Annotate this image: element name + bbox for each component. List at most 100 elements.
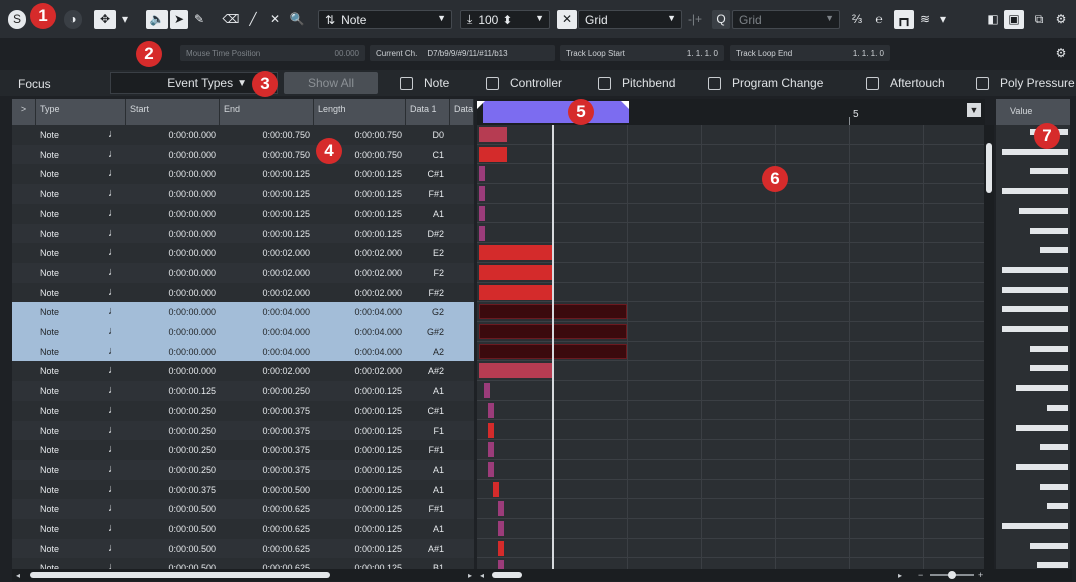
cell-data1[interactable]: D0	[432, 130, 444, 140]
note-bar[interactable]	[479, 245, 553, 261]
cell-end[interactable]: 0:00:04.000	[262, 327, 310, 337]
cell-length[interactable]: 0:00:02.000	[354, 288, 402, 298]
value-bar[interactable]	[1029, 365, 1068, 372]
cell-length[interactable]: 0:00:00.125	[354, 229, 402, 239]
cell-length[interactable]: 0:00:00.125	[354, 445, 402, 455]
cell-end[interactable]: 0:00:00.625	[262, 544, 310, 554]
cell-length[interactable]: 0:00:02.000	[354, 268, 402, 278]
cell-length[interactable]: 0:00:04.000	[354, 347, 402, 357]
cell-start[interactable]: 0:00:00.000	[168, 327, 216, 337]
cell-end[interactable]: 0:00:02.000	[262, 248, 310, 258]
cell-length[interactable]: 0:00:04.000	[354, 307, 402, 317]
value-bar[interactable]	[1029, 227, 1068, 234]
show-all-button[interactable]: Show All	[284, 72, 378, 94]
snap-icon[interactable]: ✕	[557, 10, 577, 29]
note-bar[interactable]	[497, 540, 504, 556]
note-bar[interactable]	[479, 264, 553, 280]
cell-length[interactable]: 0:00:00.125	[354, 189, 402, 199]
table-row[interactable]: Note 0:00:00.250 0:00:00.375 0:00:00.125 F#1…	[12, 440, 474, 460]
cell-end[interactable]: 0:00:04.000	[262, 307, 310, 317]
checkbox[interactable]	[976, 76, 989, 90]
filter-pitchbend[interactable]: Pitchbend	[598, 76, 675, 90]
cell-end[interactable]: 0:00:02.000	[262, 288, 310, 298]
checkbox[interactable]	[486, 76, 499, 90]
velocity-field[interactable]: ⤓ 100 ⬍ ▼	[460, 10, 550, 29]
cell-length[interactable]: 0:00:00.125	[354, 485, 402, 495]
cell-length[interactable]: 0:00:00.125	[354, 544, 402, 554]
gear-icon[interactable]: ⚙	[1052, 10, 1070, 29]
table-row[interactable]: Note 0:00:00.000 0:00:02.000 0:00:02.000 F2 ♩	[12, 262, 474, 283]
zoom-out-icon[interactable]: −	[918, 570, 923, 580]
filter-controller[interactable]: Controller	[486, 76, 562, 90]
cell-start[interactable]: 0:00:00.250	[168, 465, 216, 475]
tuplet-icon[interactable]: ⅔	[848, 10, 866, 29]
scrollbar-thumb[interactable]	[986, 143, 992, 193]
filter-note[interactable]: Note	[400, 76, 449, 90]
table-row[interactable]: Note 0:00:00.500 0:00:00.625 0:00:00.125 A1 ♩	[12, 519, 474, 539]
table-row[interactable]: Note 0:00:00.000 0:00:02.000 0:00:02.000 A#2…	[12, 361, 474, 381]
cell-type[interactable]: Note	[40, 406, 59, 416]
note-bar[interactable]	[479, 146, 507, 162]
value-bar[interactable]	[1001, 266, 1068, 273]
scroll-left-icon[interactable]: ◂	[480, 571, 484, 580]
table-row[interactable]: Note 0:00:00.250 0:00:00.375 0:00:00.125 A1 ♩	[12, 459, 474, 480]
table-row[interactable]: Note 0:00:00.000 0:00:04.000 0:00:04.000 G2 ♩	[12, 302, 474, 322]
cell-start[interactable]: 0:00:00.000	[168, 307, 216, 317]
cell-length[interactable]: 0:00:04.000	[354, 327, 402, 337]
scroll-right-icon[interactable]: ▸	[468, 571, 472, 580]
mute-tool-icon[interactable]: ✕	[266, 10, 284, 29]
note-bar[interactable]	[488, 422, 495, 438]
cell-data1[interactable]: G2	[432, 307, 444, 317]
cell-data1[interactable]: G#2	[427, 327, 444, 337]
table-row[interactable]: Note 0:00:00.000 0:00:00.750 0:00:00.750 C1 ♩	[12, 144, 474, 165]
cell-data1[interactable]: F#1	[428, 189, 444, 199]
line-tool-icon[interactable]: ╱	[244, 10, 262, 29]
value-bar[interactable]	[1036, 562, 1068, 569]
velocity-stepper-icon[interactable]: ⬍	[502, 13, 512, 27]
cell-data1[interactable]: C1	[432, 150, 444, 160]
midi-input-icon[interactable]: ≋	[916, 10, 934, 29]
table-row[interactable]: Note 0:00:00.000 0:00:00.125 0:00:00.125 C#1…	[12, 164, 474, 184]
cell-type[interactable]: Note	[40, 327, 59, 337]
cell-end[interactable]: 0:00:00.375	[262, 445, 310, 455]
cell-start[interactable]: 0:00:00.500	[168, 544, 216, 554]
cycle-marker[interactable]	[483, 101, 629, 123]
value-bar[interactable]	[1047, 404, 1068, 411]
zoom-icon[interactable]: 🔍	[288, 10, 306, 29]
value-bar[interactable]	[1001, 306, 1068, 313]
track-loop-end[interactable]: Track Loop End 1. 1. 1. 0	[730, 45, 890, 61]
cell-length[interactable]: 0:00:00.125	[354, 386, 402, 396]
cell-type[interactable]: Note	[40, 485, 59, 495]
cell-end[interactable]: 0:00:02.000	[262, 366, 310, 376]
note-bar[interactable]	[479, 284, 553, 300]
cell-start[interactable]: 0:00:00.125	[168, 386, 216, 396]
cell-end[interactable]: 0:00:00.375	[262, 406, 310, 416]
cell-start[interactable]: 0:00:00.000	[168, 150, 216, 160]
cell-type[interactable]: Note	[40, 229, 59, 239]
cell-type[interactable]: Note	[40, 544, 59, 554]
table-row[interactable]: Note 0:00:00.500 0:00:00.625 0:00:00.125 F#1…	[12, 499, 474, 519]
chevron-down-icon[interactable]: ▾	[118, 10, 132, 29]
cell-data1[interactable]: A2	[433, 347, 444, 357]
ruler[interactable]: 5 ▼	[477, 99, 985, 125]
cell-end[interactable]: 0:00:00.125	[262, 229, 310, 239]
grid-scrollbar-thumb[interactable]	[492, 572, 522, 578]
column-header-data2[interactable]: Data	[450, 99, 474, 125]
value-bar[interactable]	[1015, 463, 1068, 470]
cell-end[interactable]: 0:00:00.125	[262, 169, 310, 179]
value-bar[interactable]	[1029, 345, 1068, 352]
cell-end[interactable]: 0:00:00.750	[262, 150, 310, 160]
cell-type[interactable]: Note	[40, 366, 59, 376]
cell-end[interactable]: 0:00:00.250	[262, 386, 310, 396]
cell-length[interactable]: 0:00:00.125	[354, 209, 402, 219]
vertical-scrollbar[interactable]	[984, 125, 994, 569]
value-column[interactable]	[996, 125, 1070, 569]
info-line-settings-icon[interactable]: ⚙	[1052, 44, 1070, 63]
value-bar[interactable]	[1040, 444, 1068, 451]
filter-program-change[interactable]: Program Change	[708, 76, 823, 90]
cell-end[interactable]: 0:00:04.000	[262, 347, 310, 357]
table-scrollbar-thumb[interactable]	[30, 572, 330, 578]
note-bar[interactable]	[479, 166, 485, 182]
cell-type[interactable]: Note	[40, 189, 59, 199]
iterative-quantize-icon[interactable]: -|+	[686, 10, 704, 29]
